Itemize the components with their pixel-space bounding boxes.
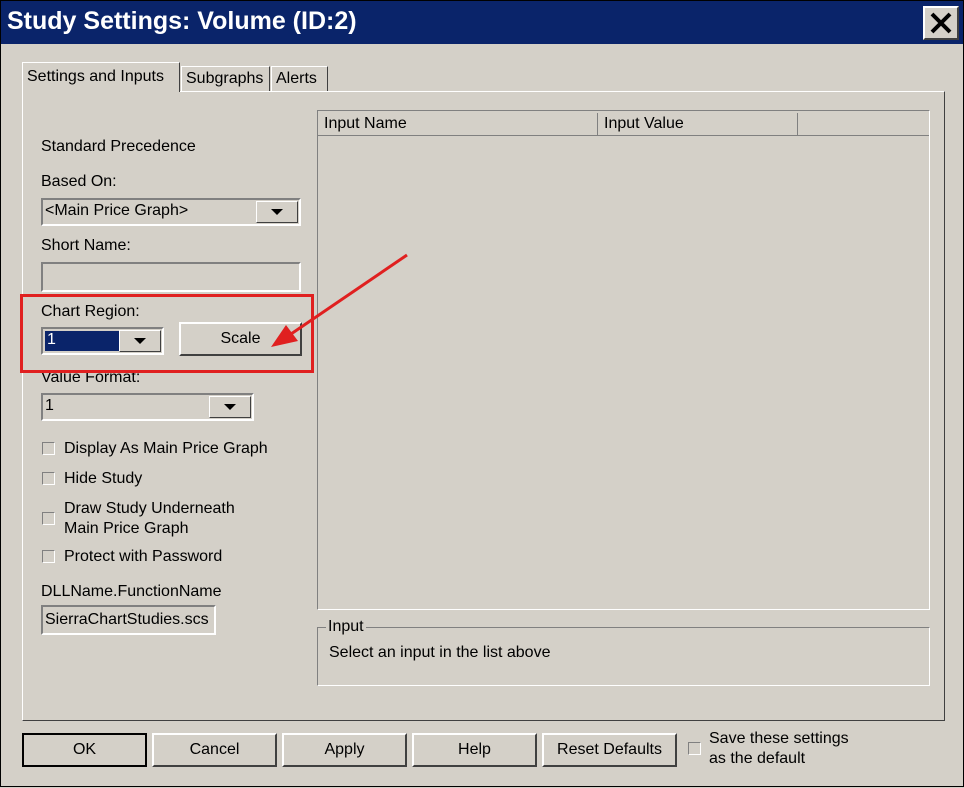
dll-function-label: DLLName.FunctionName — [41, 583, 222, 600]
chevron-down-icon — [271, 209, 283, 215]
hide-study-label[interactable]: Hide Study — [64, 470, 142, 488]
inputs-list[interactable]: Input Name Input Value — [317, 110, 930, 610]
close-icon — [930, 12, 952, 34]
column-header-empty[interactable] — [798, 113, 929, 136]
protect-password-label[interactable]: Protect with Password — [64, 548, 222, 566]
value-format-value: 1 — [45, 397, 54, 414]
display-as-main-label[interactable]: Display As Main Price Graph — [64, 440, 268, 458]
close-button[interactable] — [923, 6, 959, 40]
input-group-title: Input — [326, 618, 366, 636]
study-settings-dialog: Study Settings: Volume (ID:2) Settings a… — [0, 0, 964, 787]
cancel-button[interactable]: Cancel — [152, 733, 277, 767]
draw-underneath-checkbox[interactable] — [42, 512, 55, 525]
cancel-button-label: Cancel — [189, 741, 240, 758]
based-on-select[interactable]: <Main Price Graph> — [41, 198, 301, 226]
ok-button[interactable]: OK — [22, 733, 147, 767]
protect-password-checkbox[interactable] — [42, 550, 55, 563]
reset-defaults-label: Reset Defaults — [557, 741, 662, 758]
help-button[interactable]: Help — [412, 733, 537, 767]
window-title: Study Settings: Volume (ID:2) — [7, 7, 357, 35]
draw-underneath-label-line1[interactable]: Draw Study Underneath — [64, 500, 235, 518]
annotation-highlight-box — [20, 294, 314, 373]
ok-button-label: OK — [72, 741, 97, 758]
input-description: Select an input in the list above — [329, 644, 551, 661]
value-format-select[interactable]: 1 — [41, 393, 254, 421]
based-on-label: Based On: — [41, 173, 117, 190]
apply-button-label: Apply — [324, 741, 365, 758]
help-button-label: Help — [458, 741, 491, 758]
column-header-input-name[interactable]: Input Name — [318, 113, 598, 136]
tab-alerts[interactable]: Alerts — [271, 66, 328, 91]
save-default-label-line1[interactable]: Save these settings — [709, 730, 849, 748]
draw-underneath-label-line2[interactable]: Main Price Graph — [64, 520, 189, 538]
apply-button[interactable]: Apply — [282, 733, 407, 767]
value-format-dropdown-button[interactable] — [209, 396, 251, 418]
short-name-input[interactable] — [41, 262, 301, 292]
dll-function-value: SierraChartStudies.scs — [45, 611, 209, 628]
tab-settings-and-inputs[interactable]: Settings and Inputs — [22, 62, 180, 92]
dll-function-input[interactable]: SierraChartStudies.scs — [41, 605, 216, 635]
display-as-main-checkbox[interactable] — [42, 442, 55, 455]
standard-precedence-label: Standard Precedence — [41, 138, 196, 155]
hide-study-checkbox[interactable] — [42, 472, 55, 485]
column-header-input-value[interactable]: Input Value — [598, 113, 798, 136]
tab-label: Alerts — [276, 70, 317, 87]
short-name-label: Short Name: — [41, 237, 131, 254]
reset-defaults-button[interactable]: Reset Defaults — [542, 733, 677, 767]
tab-label: Subgraphs — [186, 70, 264, 87]
tab-label: Settings and Inputs — [27, 68, 164, 85]
input-groupbox: Input Select an input in the list above — [317, 618, 930, 686]
based-on-dropdown-button[interactable] — [256, 201, 298, 223]
save-default-label-line2[interactable]: as the default — [709, 750, 805, 768]
save-default-checkbox[interactable] — [688, 742, 701, 755]
tab-subgraphs[interactable]: Subgraphs — [181, 66, 270, 91]
title-bar[interactable]: Study Settings: Volume (ID:2) — [1, 1, 963, 44]
based-on-value: <Main Price Graph> — [45, 202, 189, 219]
chevron-down-icon — [224, 404, 236, 410]
